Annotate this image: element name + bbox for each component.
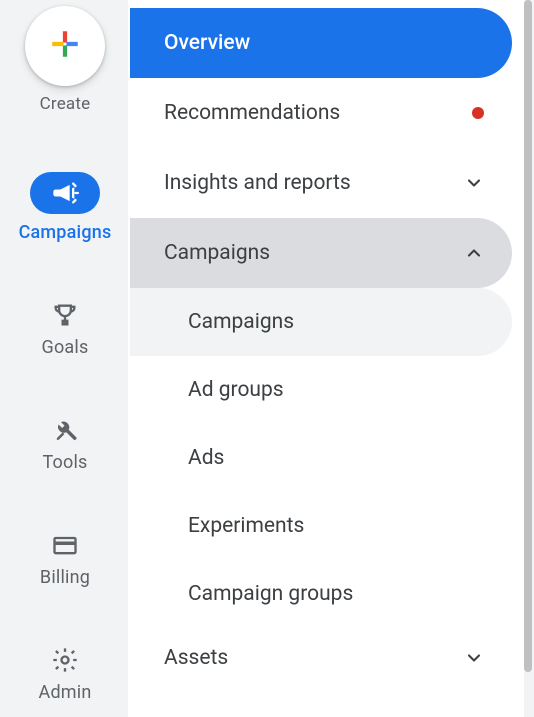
nav-item-insights[interactable]: Insights and reports [130,148,512,218]
subnav-label-campaign-groups: Campaign groups [188,582,353,606]
rail-label-create: Create [40,94,91,114]
subnav-label-experiments: Experiments [188,514,304,538]
tools-icon [51,416,79,444]
nav-label-insights: Insights and reports [164,171,351,195]
credit-card-icon [51,531,79,559]
left-rail: Create Campaigns Goals [0,0,130,717]
nav-item-overview[interactable]: Overview [130,8,512,78]
scrollbar-thumb[interactable] [524,0,532,672]
rail-item-tools[interactable]: Tools [42,416,87,473]
secondary-nav: Overview Recommendations Insights and re… [130,0,524,717]
megaphone-icon [51,179,79,207]
trophy-icon [51,301,79,329]
rail-item-create[interactable]: Create [25,6,105,114]
rail-label-goals: Goals [42,337,89,358]
gear-icon [51,646,79,674]
rail-item-admin[interactable]: Admin [39,646,92,703]
subnav-ad-groups[interactable]: Ad groups [130,356,512,424]
nav-item-recommendations[interactable]: Recommendations [130,78,512,148]
create-button[interactable] [25,6,105,86]
nav-item-campaigns[interactable]: Campaigns [130,218,512,288]
campaigns-pill [30,172,100,214]
chevron-up-icon [464,243,484,263]
rail-item-campaigns[interactable]: Campaigns [19,172,112,243]
nav-label-campaigns: Campaigns [164,241,270,265]
nav-label-recommendations: Recommendations [164,101,340,125]
nav-item-assets[interactable]: Assets [130,628,512,688]
chevron-down-icon [464,648,484,668]
subnav-label-ad-groups: Ad groups [188,378,284,402]
rail-label-campaigns: Campaigns [19,222,112,243]
nav-label-assets: Assets [164,646,228,670]
nav-label-overview: Overview [164,31,250,55]
subnav-campaigns[interactable]: Campaigns [130,288,512,356]
rail-label-admin: Admin [39,682,92,703]
subnav-ads[interactable]: Ads [130,424,512,492]
subnav-label-campaigns: Campaigns [188,310,294,334]
subnav-experiments[interactable]: Experiments [130,492,512,560]
alert-dot-icon [472,107,484,119]
subnav-campaign-groups[interactable]: Campaign groups [130,560,512,628]
rail-item-billing[interactable]: Billing [40,531,90,588]
rail-item-goals[interactable]: Goals [42,301,89,358]
plus-icon [48,27,82,65]
rail-label-tools: Tools [42,452,87,473]
rail-label-billing: Billing [40,567,90,588]
chevron-down-icon [464,173,484,193]
subnav-label-ads: Ads [188,446,224,470]
